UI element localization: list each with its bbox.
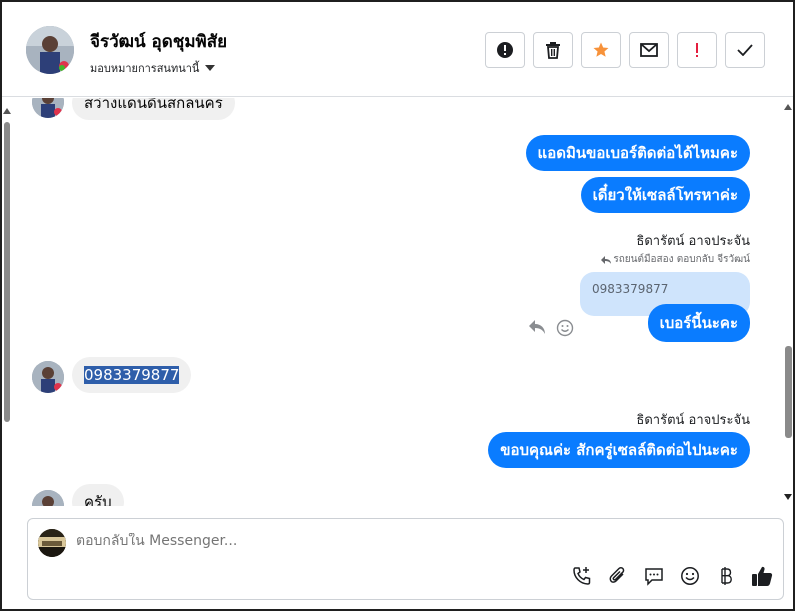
star-icon [593, 42, 609, 57]
contact-avatar[interactable] [26, 26, 74, 74]
attachment-icon[interactable] [607, 565, 629, 587]
outgoing-message[interactable]: เดี๋ยวให้เซลล์โทรหาค่ะ [580, 177, 750, 213]
incoming-message[interactable]: 0983379877 [72, 357, 192, 393]
check-icon [737, 44, 753, 56]
assign-label: มอบหมายการสนทนานี้ [90, 62, 200, 75]
outgoing-message[interactable]: แอดมินขอเบอร์ติดต่อได้ไหมคะ [525, 135, 750, 171]
contact-avatar[interactable] [32, 490, 64, 506]
baht-payment-icon[interactable] [715, 565, 737, 587]
incoming-message[interactable]: สว่างแดนดินสกลนคร [72, 98, 235, 120]
mark-spam-button[interactable] [485, 32, 525, 68]
scroll-down-arrow-icon[interactable] [784, 494, 792, 500]
message-text: เบอร์นี้นะคะ [659, 314, 738, 332]
star-button[interactable] [581, 32, 621, 68]
outgoing-message[interactable]: เบอร์นี้นะคะ [647, 304, 750, 342]
scroll-up-arrow-icon[interactable] [3, 108, 11, 114]
conversation-header: จีรวัฒน์ อุดชุมพิสัย มอบหมายการสนทนานี้ [2, 2, 793, 97]
header-actions [485, 32, 765, 68]
message-thread: สว่างแดนดินสกลนคร แอดมินขอเบอร์ติดต่อได้… [14, 98, 782, 506]
left-scrollbar[interactable] [2, 98, 12, 506]
scrollbar-thumb[interactable] [785, 346, 792, 438]
thumbs-up-icon[interactable] [751, 565, 773, 587]
conversation-window: จีรวัฒน์ อุดชุมพิสัย มอบหมายการสนทนานี้ [0, 0, 795, 611]
message-text: แอดมินขอเบอร์ติดต่อได้ไหมคะ [537, 144, 738, 162]
trash-icon [546, 42, 560, 59]
exclamation-circle-icon [497, 42, 513, 58]
delete-button[interactable] [533, 32, 573, 68]
quoted-text: 0983379877 [592, 282, 669, 296]
page-avatar [38, 529, 66, 557]
message-text: 0983379877 [84, 366, 180, 384]
mark-done-button[interactable] [725, 32, 765, 68]
sender-name: ธิดารัตน์ อาจประจัน [636, 234, 750, 249]
add-call-icon[interactable] [571, 565, 593, 587]
incoming-message[interactable]: ครับ [72, 484, 124, 506]
message-composer [27, 518, 784, 600]
follow-up-button[interactable] [677, 32, 717, 68]
reply-context: รถยนต์มือสอง ตอบกลับ จีรวัฒน์ [601, 252, 750, 267]
message-text: ครับ [84, 493, 112, 506]
emoji-icon[interactable] [679, 565, 701, 587]
saved-reply-icon[interactable] [643, 565, 665, 587]
envelope-icon [640, 43, 658, 57]
scroll-up-arrow-icon[interactable] [784, 104, 792, 110]
mark-unread-button[interactable] [629, 32, 669, 68]
message-text: สว่างแดนดินสกลนคร [84, 98, 223, 112]
composer-tools [571, 565, 773, 587]
message-text: ขอบคุณค่ะ สักครู่เซลล์ติดต่อไปนะคะ [500, 441, 738, 459]
sender-name: ธิดารัตน์ อาจประจัน [636, 413, 750, 428]
caret-down-icon [205, 65, 216, 71]
assign-conversation-dropdown[interactable]: มอบหมายการสนทนานี้ [90, 59, 216, 77]
contact-name: จีรวัฒน์ อุดชุมพิสัย [90, 32, 228, 52]
scrollbar-thumb[interactable] [4, 122, 10, 422]
reply-icon[interactable] [528, 319, 546, 335]
message-text: เดี๋ยวให้เซลล์โทรหาค่ะ [592, 186, 738, 204]
thread-scrollbar[interactable] [782, 98, 793, 506]
contact-avatar[interactable] [32, 98, 64, 118]
reply-context-text: รถยนต์มือสอง ตอบกลับ จีรวัฒน์ [613, 254, 750, 265]
react-emoji-icon[interactable] [556, 319, 574, 337]
exclamation-icon [696, 43, 698, 57]
outgoing-message[interactable]: ขอบคุณค่ะ สักครู่เซลล์ติดต่อไปนะคะ [488, 432, 750, 468]
message-hover-actions [528, 319, 574, 337]
contact-avatar[interactable] [32, 361, 64, 393]
reply-arrow-icon [601, 255, 612, 264]
reply-input[interactable] [76, 533, 676, 549]
